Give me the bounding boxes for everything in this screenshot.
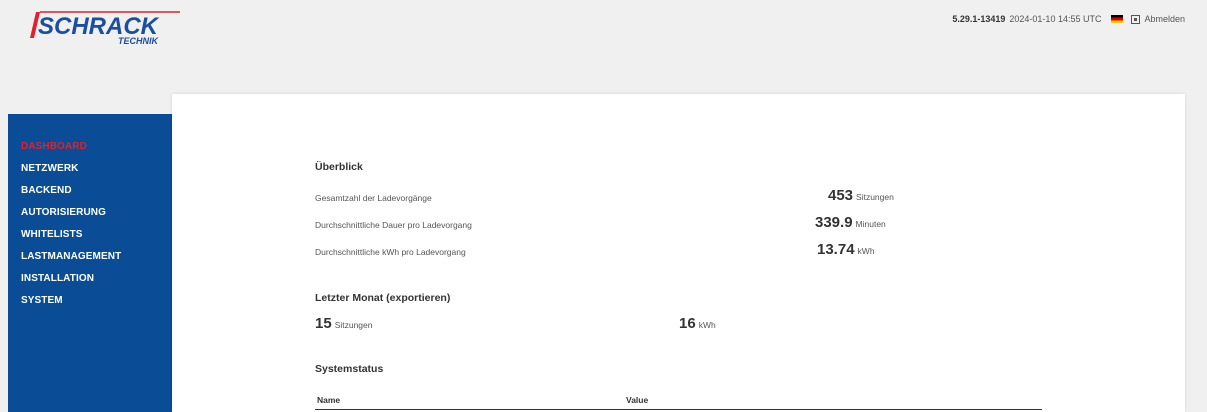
main-panel: Überblick Gesamtzahl der Ladevorgänge 45… [172, 94, 1185, 412]
sidebar-item-autorisierung[interactable]: AUTORISIERUNG [8, 202, 172, 224]
sidebar-item-system[interactable]: SYSTEM [8, 290, 172, 312]
logout-link[interactable]: Abmelden [1144, 14, 1185, 24]
version-label: 5.29.1-13419 [952, 14, 1006, 24]
last-month-kwh-stat: 16 kWh [679, 315, 716, 333]
avg-kwh-stat: 13.74 kWh [817, 241, 875, 259]
avg-kwh-value: 13.74 [817, 241, 855, 258]
top-bar: 5.29.1-13419 2024-01-10 14:55 UTC Abmeld… [952, 14, 1185, 24]
column-header-value: Value [626, 395, 649, 405]
avg-duration-stat: 339.9 Minuten [815, 214, 886, 232]
sidebar-item-backend[interactable]: BACKEND [8, 180, 172, 202]
sidebar-item-installation[interactable]: INSTALLATION [8, 268, 172, 290]
system-status-title: Systemstatus [315, 363, 384, 375]
avg-kwh-label: Durchschnittliche kWh pro Ladevorgang [315, 247, 466, 257]
avg-duration-label: Durchschnittliche Dauer pro Ladevorgang [315, 220, 472, 230]
logo-graphic: SCHRACK TECHNIK [30, 11, 180, 46]
column-header-name: Name [317, 395, 341, 405]
last-month-sessions-value: 15 [315, 315, 332, 332]
last-month-title-export-link[interactable]: Letzter Monat (exportieren) [315, 292, 450, 304]
last-month-sessions-stat: 15 Sitzungen [315, 315, 373, 333]
sidebar-item-whitelists[interactable]: WHITELISTS [8, 224, 172, 246]
total-sessions-label: Gesamtzahl der Ladevorgänge [315, 193, 432, 203]
logo-sub: TECHNIK [118, 36, 159, 46]
datetime-label: 2024-01-10 14:55 UTC [1009, 14, 1102, 24]
sidebar-item-dashboard[interactable]: DASHBOARD [8, 136, 172, 158]
sidebar: DASHBOARD NETZWERK BACKEND AUTORISIERUNG… [8, 114, 172, 412]
last-month-kwh-value: 16 [679, 315, 696, 332]
total-sessions-value: 453 [828, 187, 854, 204]
sidebar-item-lastmanagement[interactable]: LASTMANAGEMENT [8, 246, 172, 268]
overview-title: Überblick [315, 161, 363, 173]
last-month-kwh-unit: kWh [698, 320, 716, 330]
avg-duration-value: 339.9 [815, 214, 853, 231]
system-status-table-header: Name Value [315, 395, 1042, 410]
avg-duration-unit: Minuten [855, 219, 886, 229]
schrack-logo[interactable]: SCHRACK TECHNIK [30, 8, 180, 48]
last-month-sessions-unit: Sitzungen [334, 320, 373, 330]
total-sessions-unit: Sitzungen [856, 192, 894, 202]
flag-de-icon[interactable] [1111, 15, 1124, 23]
total-sessions-stat: 453 Sitzungen [828, 187, 894, 205]
logout-icon[interactable] [1131, 14, 1141, 24]
sidebar-item-netzwerk[interactable]: NETZWERK [8, 158, 172, 180]
avg-kwh-unit: kWh [857, 246, 875, 256]
